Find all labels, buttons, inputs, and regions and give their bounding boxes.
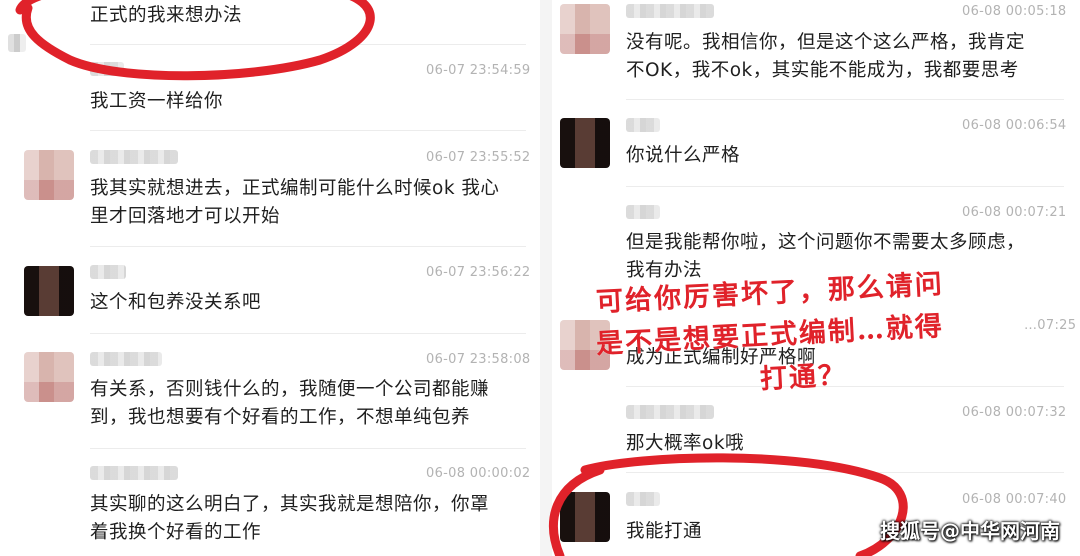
sender-name-blurred	[626, 405, 714, 419]
message-time: 06-07 23:55:52	[426, 150, 531, 165]
message-text: 我工资一样给你	[90, 91, 224, 112]
sender-name-blurred	[626, 118, 660, 132]
avatar[interactable]	[24, 352, 74, 402]
sender-name-blurred	[90, 265, 126, 279]
avatar[interactable]	[24, 150, 74, 200]
left-chat-panel: 正式的我来想办法 06-07 23:54:59 我工资一样给你 06-07 23…	[0, 0, 540, 556]
message-text: 你说什么严格	[626, 145, 741, 166]
message-time: 06-07 23:58:08	[426, 352, 531, 367]
message-time: 06-08 00:06:54	[962, 118, 1067, 133]
message-time: 06-08 00:07:32	[962, 405, 1067, 420]
sender-name-blurred	[90, 62, 124, 76]
divider	[90, 246, 526, 247]
message-time: …07:25	[1024, 318, 1077, 333]
message-text: 正式的我来想办法	[90, 5, 243, 26]
message-text: 我能打通	[626, 521, 703, 542]
message-time: 06-08 00:07:40	[962, 492, 1067, 507]
divider	[90, 448, 526, 449]
annotation-caption-line3: 打通？	[759, 359, 848, 396]
message-time: 06-08 00:05:18	[962, 4, 1067, 19]
message-text: 那大概率ok哦	[626, 433, 745, 454]
message-time: 06-08 00:00:02	[426, 466, 531, 481]
message-text: 有关系，否则钱什么的，我随便一个公司都能赚 到，我也想要有个好看的工作，不想单纯…	[90, 379, 490, 428]
divider	[626, 99, 1064, 100]
avatar-fragment	[8, 34, 26, 52]
message-time: 06-08 00:07:21	[962, 205, 1067, 220]
watermark: 搜狐号@中华网河南	[880, 519, 1060, 543]
panel-gap	[540, 0, 552, 556]
sender-name-blurred	[626, 492, 660, 506]
avatar[interactable]	[560, 492, 610, 542]
avatar[interactable]	[560, 4, 610, 54]
sender-name-blurred	[626, 205, 660, 219]
message-text: 其实聊的这么明白了，其实我就是想陪你，你罩 着我换个好看的工作	[90, 494, 490, 543]
divider	[90, 44, 526, 45]
message-time: 06-07 23:56:22	[426, 265, 531, 280]
divider	[626, 186, 1064, 187]
divider	[90, 130, 526, 131]
divider	[626, 472, 1064, 473]
message-text: 我其实就想进去，正式编制可能什么时候ok 我心 里才回落地才可以开始	[90, 178, 500, 227]
sender-name-blurred	[90, 150, 178, 164]
avatar[interactable]	[24, 266, 74, 316]
sender-name-blurred	[90, 352, 162, 366]
message-text: 这个和包养没关系吧	[90, 292, 262, 313]
avatar[interactable]	[560, 118, 610, 168]
sender-name-blurred	[90, 466, 178, 480]
message-text: 没有呢。我相信你，但是这个这么严格，我肯定 不OK，我不ok，其实能不能成为，我…	[626, 32, 1026, 81]
divider	[90, 333, 526, 334]
message-time: 06-07 23:54:59	[426, 63, 531, 78]
sender-name-blurred	[626, 4, 714, 18]
